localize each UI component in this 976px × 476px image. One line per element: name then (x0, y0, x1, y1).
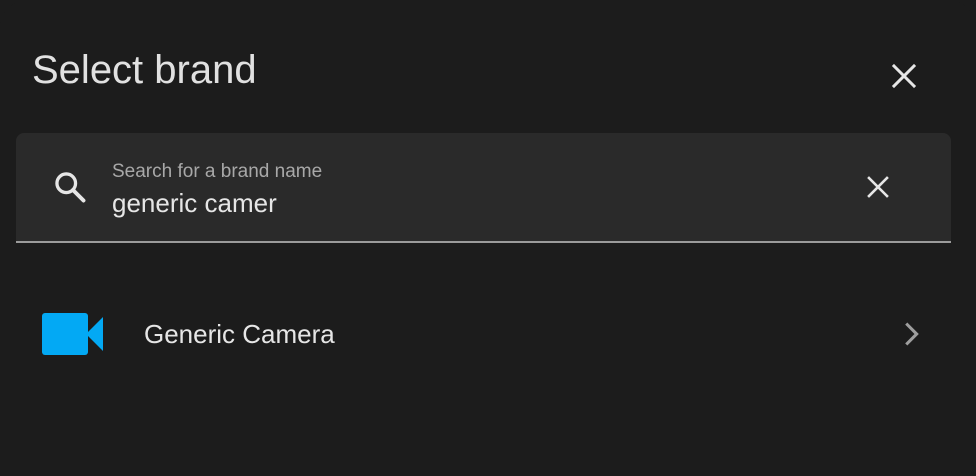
video-camera-icon (42, 313, 103, 355)
brand-search-field[interactable]: Search for a brand name (16, 133, 951, 243)
brand-search-input[interactable] (112, 187, 812, 219)
dialog-title: Select brand (32, 48, 257, 92)
search-icon (55, 172, 86, 203)
brand-list-item-generic-camera[interactable]: Generic Camera (0, 284, 976, 384)
chevron-right-icon (905, 322, 919, 346)
select-brand-dialog: Select brand Search for a brand name Gen… (0, 0, 976, 476)
brand-list-item-label: Generic Camera (144, 319, 335, 349)
close-dialog-button[interactable] (880, 52, 928, 100)
clear-icon (867, 176, 889, 198)
clear-search-button[interactable] (856, 165, 900, 209)
search-field-label: Search for a brand name (112, 161, 323, 182)
close-icon (891, 63, 917, 89)
